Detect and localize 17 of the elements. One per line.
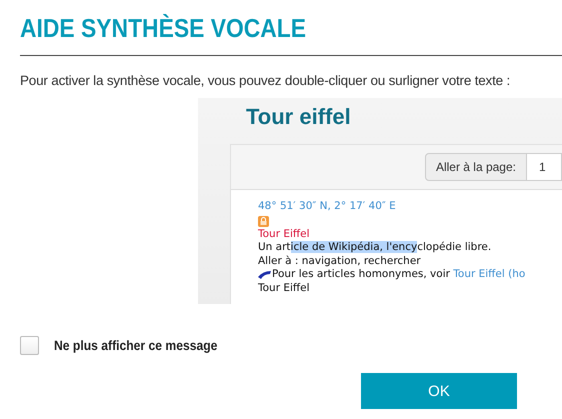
page-label: Aller à la page: (424, 153, 527, 181)
article-text: Tour Eiffel (258, 282, 310, 295)
article-text: Aller à : navigation, rechercher (258, 254, 421, 268)
instruction-text: Pour activer la synthèse vocale, vous pouvez double-cliquer ou surligner votre texte : (20, 73, 512, 88)
article-title: Tour Eiffel (258, 228, 310, 241)
article-sentence: Un article de Wikipédia, l'encyclopédie libre. (258, 241, 492, 254)
article-link[interactable]: Tour Eiffel (ho (453, 268, 526, 282)
lock-icon (258, 216, 269, 226)
checkbox-label: Ne plus afficher ce message (54, 338, 218, 353)
example-heading: Tour eiffel (246, 104, 351, 130)
coordinates-text: 48° 51′ 30″ N, 2° 17′ 40″ E (258, 200, 396, 214)
swoosh-icon (258, 270, 272, 280)
page-field[interactable]: 1 (527, 153, 562, 181)
ok-button[interactable]: OK (361, 373, 517, 409)
dialog-title: AIDE SYNTHÈSE VOCALE (20, 12, 308, 44)
checkbox[interactable] (20, 336, 39, 355)
note-text: Pour les articles homonymes, voir (272, 268, 451, 282)
